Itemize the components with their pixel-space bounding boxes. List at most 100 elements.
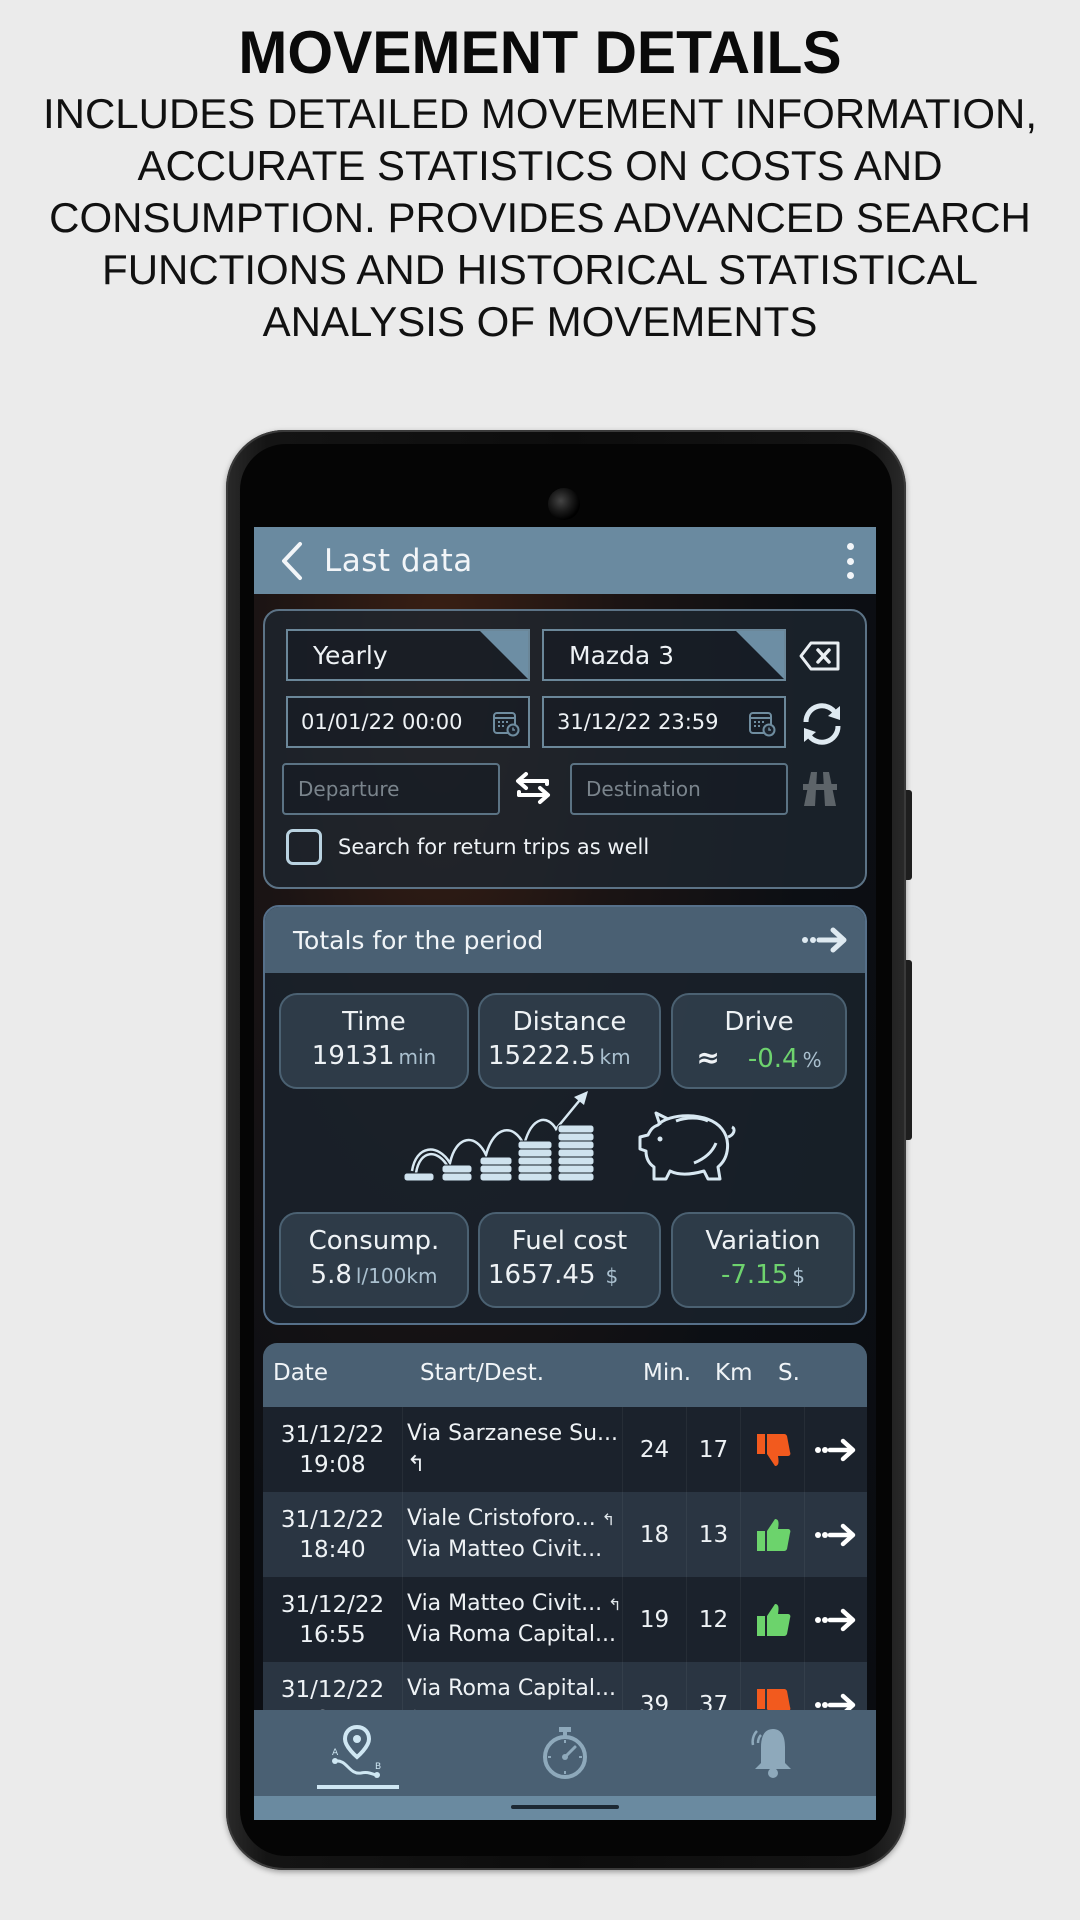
bottom-navigation: A B [254,1710,876,1796]
power-button [906,790,912,880]
table-row[interactable]: 31/12/22 18:40 Viale Cristoforo... ↰ Via Mat… [263,1492,867,1577]
vehicle-select[interactable]: Mazda 3 [542,629,786,681]
calendar-clock-icon[interactable] [748,709,776,737]
active-tab-indicator [317,1785,399,1789]
return-trip-icon: ↰ [608,1595,622,1614]
return-trips-checkbox[interactable] [286,829,322,865]
trip-route-cell: Via Matteo Civit... ↰ Via Roma Capital... [403,1577,623,1662]
departure-input[interactable] [284,777,498,801]
route-pin-icon: A B [332,1724,381,1778]
stat-distance-value: 15222.5 [488,1041,596,1071]
home-gesture-handle[interactable] [511,1805,619,1809]
stat-consumption-label: Consump. [308,1226,440,1256]
trip-date-cell: 31/12/22 19:08 [263,1407,403,1492]
trip-km: 17 [687,1407,741,1492]
refresh-icon[interactable] [797,699,847,749]
column-score[interactable]: S. [778,1360,800,1386]
stat-drive: Drive ≈ -0.4% [671,993,847,1089]
stat-distance-label: Distance [512,1007,627,1037]
column-km[interactable]: Km [715,1360,753,1386]
trip-date: 31/12/22 [280,1421,385,1448]
promo-title: MOVEMENT DETAILS [238,19,842,86]
stopwatch-icon [543,1727,587,1779]
stat-time: Time 19131 min [279,993,469,1089]
calendar-clock-icon[interactable] [492,709,520,737]
stat-consumption: Consump. 5.8 l/100km [279,1212,469,1308]
dotted-arrow-right-icon[interactable] [801,925,849,955]
stat-time-unit: min [398,1045,437,1069]
table-row[interactable]: 31/12/22 19:08 Via Sarzanese Su... ↰ 24 17 [263,1407,867,1492]
destination-field[interactable] [570,763,788,815]
svg-text:B: B [375,1762,381,1772]
stat-time-value: 19131 [311,1041,395,1071]
column-date[interactable]: Date [273,1360,328,1386]
stat-consumption-unit: l/100km [355,1264,438,1288]
trip-start: Via Roma Capital... [407,1676,616,1701]
trip-minutes: 19 [623,1577,687,1662]
stat-variation-unit: $ [792,1264,805,1288]
stat-distance: Distance 15222.5 km [478,993,661,1089]
nav-trips[interactable]: A B [312,1718,402,1788]
clear-filters-icon[interactable] [797,636,843,676]
dotted-arrow-right-icon[interactable] [805,1407,867,1492]
totals-panel: Totals for the period Time 19131 min Dist… [263,905,867,1325]
stat-drive-label: Drive [724,1007,794,1037]
trip-km: 12 [687,1577,741,1662]
date-from-value: 01/01/22 00:00 [301,710,463,734]
table-header: Date Start/Dest. Min. Km S. [263,1343,867,1407]
return-trips-option[interactable]: Search for return trips as well [286,829,649,865]
departure-field[interactable] [282,763,500,815]
trip-destination: Via Matteo Civit... [407,1537,603,1562]
more-vertical-icon[interactable] [844,543,856,579]
stat-time-label: Time [342,1007,406,1037]
dotted-arrow-right-icon[interactable] [805,1492,867,1577]
dotted-arrow-right-icon[interactable] [805,1577,867,1662]
stat-distance-unit: km [599,1045,631,1069]
vehicle-value: Mazda 3 [569,640,675,670]
period-value: Yearly [313,640,388,670]
stat-fuel-cost-label: Fuel cost [511,1226,628,1256]
stat-fuel-cost-value: 1657.45 [488,1260,596,1290]
return-trip-icon: ↰ [601,1510,616,1529]
trip-date-cell: 31/12/22 18:40 [263,1492,403,1577]
trip-time: 19:08 [299,1451,366,1478]
stat-variation-value: -7.15 [720,1260,789,1290]
column-route[interactable]: Start/Dest. [420,1360,544,1386]
trip-minutes: 18 [623,1492,687,1577]
date-from-field[interactable]: 01/01/22 00:00 [286,696,530,748]
stat-variation: Variation -7.15 $ [671,1212,855,1308]
column-minutes[interactable]: Min. [643,1360,691,1386]
app-bar: Last data [254,527,876,594]
trip-date: 31/12/22 [280,1506,385,1533]
stat-fuel-cost: Fuel cost 1657.45 $ [478,1212,661,1308]
thumbs-up-icon [741,1577,805,1662]
return-trips-label: Search for return trips as well [338,835,650,859]
stat-fuel-cost-unit: $ [605,1264,619,1288]
stat-variation-label: Variation [705,1226,821,1256]
front-camera [548,488,580,520]
trip-date: 31/12/22 [280,1676,385,1703]
highway-icon[interactable] [800,769,840,809]
totals-title: Totals for the period [293,925,544,955]
stat-drive-unit: % [802,1048,822,1072]
trip-date-cell: 31/12/22 16:55 [263,1577,403,1662]
thumbs-down-icon [741,1407,805,1492]
destination-input[interactable] [572,777,786,801]
period-select[interactable]: Yearly [286,629,530,681]
nav-timer[interactable] [520,1718,610,1788]
trip-time: 16:55 [299,1621,366,1648]
table-row[interactable]: 31/12/22 16:55 Via Matteo Civit... ↰ Via Rom… [263,1577,867,1662]
trip-minutes: 24 [623,1407,687,1492]
bell-icon [751,1729,791,1778]
date-to-value: 31/12/22 23:59 [557,710,719,734]
volume-button [906,960,912,1140]
chevron-left-icon[interactable] [272,541,312,581]
app-screen: Last data Yearly Mazda 3 01/01/22 00:00 … [254,527,876,1820]
trip-date: 31/12/22 [280,1591,385,1618]
nav-alerts[interactable] [728,1718,818,1788]
swap-icon[interactable] [510,766,556,810]
totals-header[interactable]: Totals for the period [265,907,865,973]
date-to-field[interactable]: 31/12/22 23:59 [542,696,786,748]
page-title: Last data [324,542,473,579]
trip-km: 13 [687,1492,741,1577]
